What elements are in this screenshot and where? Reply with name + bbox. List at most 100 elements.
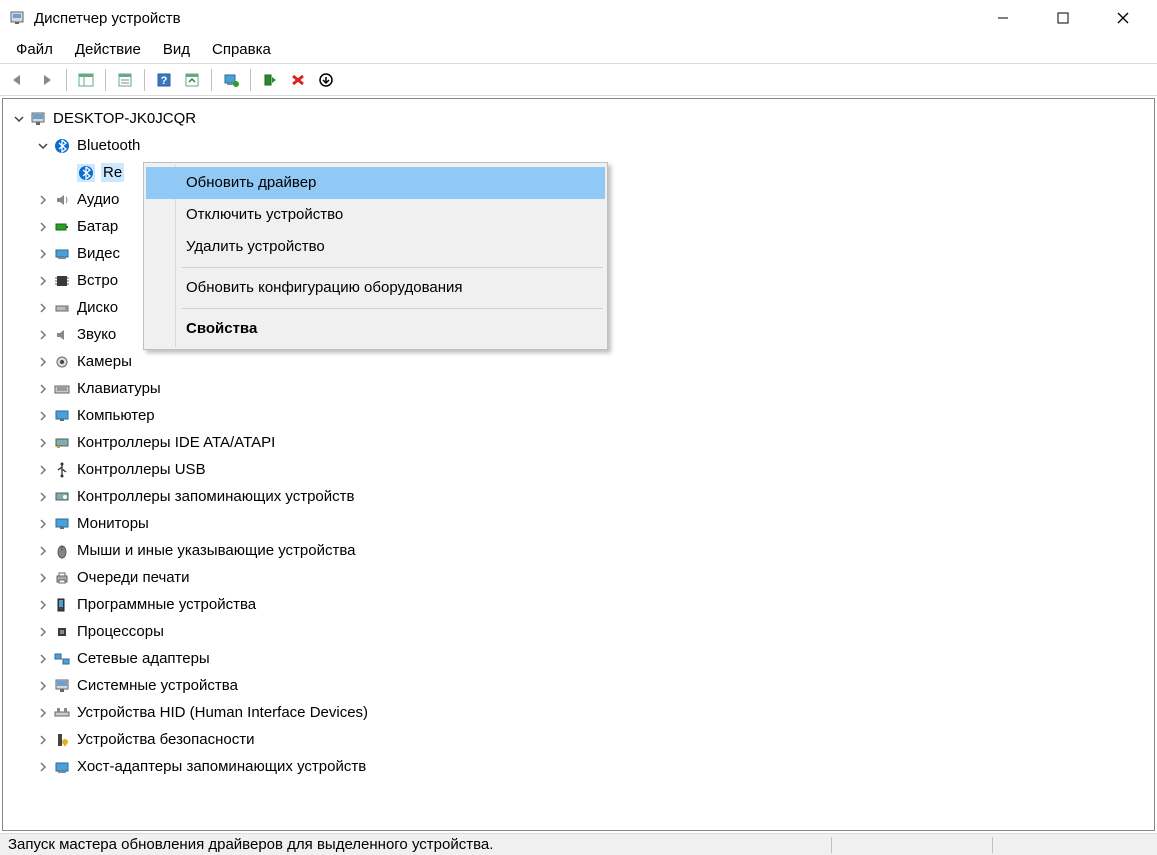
tree-root-node[interactable]: DESKTOP-JK0JCQR	[7, 105, 1150, 132]
device-tree[interactable]: DESKTOP-JK0JCQR Bluetooth Re Аудио Батар…	[2, 98, 1155, 831]
toolbar-show-hide-tree-button[interactable]	[73, 67, 99, 93]
toolbar-properties-button[interactable]	[112, 67, 138, 93]
speaker-icon	[53, 191, 71, 209]
chevron-right-icon[interactable]	[35, 273, 51, 289]
usb-icon	[53, 461, 71, 479]
tree-category-processors[interactable]: Процессоры	[7, 618, 1150, 645]
chevron-right-icon[interactable]	[35, 408, 51, 424]
chevron-right-icon[interactable]	[35, 246, 51, 262]
tree-category-label: Сетевые адаптеры	[77, 650, 210, 667]
tree-category-label: Контроллеры IDE ATA/ATAPI	[77, 434, 275, 451]
bluetooth-icon	[77, 164, 95, 182]
system-device-icon	[53, 677, 71, 695]
toolbar-back-button[interactable]	[6, 67, 32, 93]
chevron-right-icon[interactable]	[35, 705, 51, 721]
ctx-item-refresh-config[interactable]: Обновить конфигурацию оборудования	[146, 272, 605, 304]
software-device-icon	[53, 596, 71, 614]
chevron-right-icon[interactable]	[35, 543, 51, 559]
close-button[interactable]	[1093, 0, 1153, 36]
chevron-down-icon[interactable]	[35, 138, 51, 154]
chevron-right-icon[interactable]	[35, 759, 51, 775]
chevron-right-icon[interactable]	[35, 381, 51, 397]
toolbar-separator	[144, 69, 145, 91]
menubar: Файл Действие Вид Справка	[0, 36, 1157, 64]
tree-category-label: Диско	[77, 299, 118, 316]
tree-category-label: Камеры	[77, 353, 132, 370]
tree-category-label: Контроллеры USB	[77, 461, 206, 478]
chevron-right-icon[interactable]	[35, 300, 51, 316]
toolbar-separator	[250, 69, 251, 91]
menu-help[interactable]: Справка	[202, 38, 281, 61]
keyboard-icon	[53, 380, 71, 398]
tree-category-usb-controllers[interactable]: Контроллеры USB	[7, 456, 1150, 483]
security-icon	[53, 731, 71, 749]
tree-category-label: Видес	[77, 245, 120, 262]
chevron-right-icon[interactable]	[35, 678, 51, 694]
monitor-icon	[53, 515, 71, 533]
tree-category-software-devices[interactable]: Программные устройства	[7, 591, 1150, 618]
minimize-button[interactable]	[973, 0, 1033, 36]
toolbar-enable-device-button[interactable]	[257, 67, 283, 93]
tree-category-cameras[interactable]: Камеры	[7, 348, 1150, 375]
menu-action[interactable]: Действие	[65, 38, 151, 61]
chevron-right-icon[interactable]	[35, 651, 51, 667]
tree-category-hid[interactable]: Устройства HID (Human Interface Devices)	[7, 699, 1150, 726]
chevron-right-icon[interactable]	[35, 489, 51, 505]
toolbar-disable-device-button[interactable]	[313, 67, 339, 93]
ctx-item-update-driver[interactable]: Обновить драйвер	[146, 167, 605, 199]
chevron-down-icon[interactable]	[11, 111, 27, 127]
chevron-right-icon[interactable]	[35, 462, 51, 478]
tree-category-storage-controllers[interactable]: Контроллеры запоминающих устройств	[7, 483, 1150, 510]
chevron-right-icon[interactable]	[35, 597, 51, 613]
tree-category-label: Устройства HID (Human Interface Devices)	[77, 704, 368, 721]
toolbar-help-button[interactable]: ?	[151, 67, 177, 93]
toolbar-update-driver-button[interactable]	[218, 67, 244, 93]
cpu-icon	[53, 623, 71, 641]
chip-icon	[53, 272, 71, 290]
statusbar-separator	[831, 837, 832, 853]
context-menu-separator	[182, 267, 603, 268]
tree-category-security-devices[interactable]: Устройства безопасности	[7, 726, 1150, 753]
tree-category-storage-host-adapters[interactable]: Хост-адаптеры запоминающих устройств	[7, 753, 1150, 780]
toolbar-scan-button[interactable]	[179, 67, 205, 93]
tree-category-print-queues[interactable]: Очереди печати	[7, 564, 1150, 591]
tree-category-mice[interactable]: Мыши и иные указывающие устройства	[7, 537, 1150, 564]
tree-category-bluetooth[interactable]: Bluetooth	[7, 132, 1150, 159]
chevron-right-icon[interactable]	[35, 624, 51, 640]
hid-icon	[53, 704, 71, 722]
chevron-right-icon[interactable]	[35, 192, 51, 208]
tree-category-system-devices[interactable]: Системные устройства	[7, 672, 1150, 699]
chevron-right-icon[interactable]	[35, 516, 51, 532]
tree-category-keyboards[interactable]: Клавиатуры	[7, 375, 1150, 402]
statusbar-text: Запуск мастера обновления драйверов для …	[4, 836, 831, 853]
chevron-right-icon[interactable]	[35, 570, 51, 586]
battery-icon	[53, 218, 71, 236]
menu-view[interactable]: Вид	[153, 38, 200, 61]
ctx-item-delete-device[interactable]: Удалить устройство	[146, 231, 605, 263]
tree-category-label: Аудио	[77, 191, 119, 208]
chevron-right-icon[interactable]	[35, 435, 51, 451]
tree-category-label: Мыши и иные указывающие устройства	[77, 542, 355, 559]
toolbar-uninstall-button[interactable]	[285, 67, 311, 93]
chevron-right-icon[interactable]	[35, 327, 51, 343]
toolbar-separator	[66, 69, 67, 91]
chevron-right-icon[interactable]	[35, 732, 51, 748]
mouse-icon	[53, 542, 71, 560]
tree-category-computer[interactable]: Компьютер	[7, 402, 1150, 429]
menu-file[interactable]: Файл	[6, 38, 63, 61]
maximize-button[interactable]	[1033, 0, 1093, 36]
chevron-right-icon[interactable]	[35, 354, 51, 370]
ctx-item-label: Отключить устройство	[186, 206, 343, 223]
tree-category-network-adapters[interactable]: Сетевые адаптеры	[7, 645, 1150, 672]
tree-category-monitors[interactable]: Мониторы	[7, 510, 1150, 537]
tree-category-label: Звуко	[77, 326, 116, 343]
tree-device-label: Re	[101, 163, 124, 182]
chevron-right-icon[interactable]	[35, 219, 51, 235]
storage-controller-icon	[53, 488, 71, 506]
toolbar-separator	[211, 69, 212, 91]
toolbar-forward-button[interactable]	[34, 67, 60, 93]
ctx-item-disable-device[interactable]: Отключить устройство	[146, 199, 605, 231]
ctx-item-properties[interactable]: Свойства	[146, 313, 605, 345]
window-title: Диспетчер устройств	[34, 10, 973, 27]
tree-category-ide-controllers[interactable]: Контроллеры IDE ATA/ATAPI	[7, 429, 1150, 456]
